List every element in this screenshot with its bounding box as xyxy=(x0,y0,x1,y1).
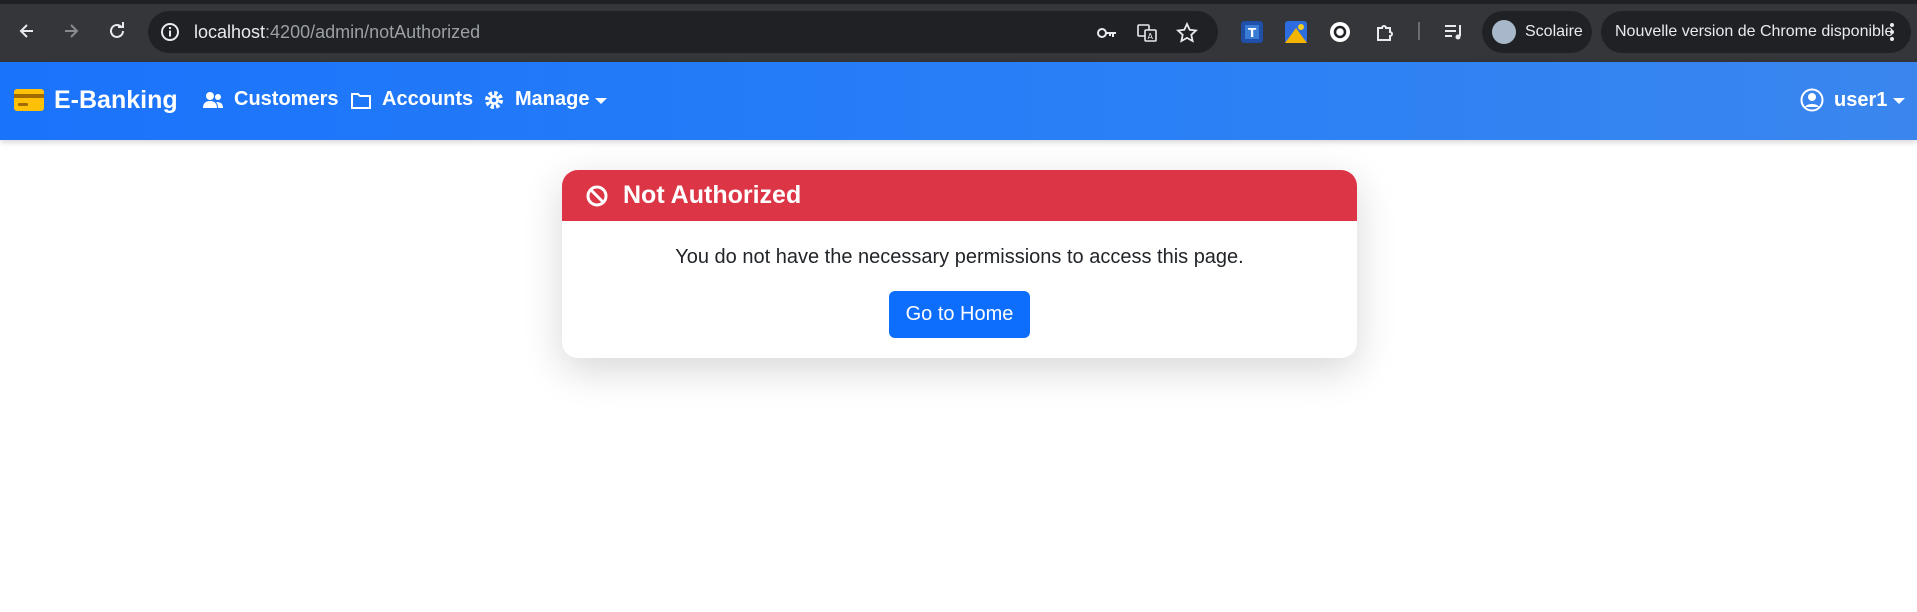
svg-text:A: A xyxy=(1148,32,1154,41)
go-home-button[interactable]: Go to Home xyxy=(889,291,1030,338)
nav-accounts[interactable]: Accounts xyxy=(350,88,473,111)
profile-name: Scolaire xyxy=(1525,23,1583,40)
arrow-left-icon xyxy=(19,24,33,38)
extension-circle-icon[interactable] xyxy=(1328,20,1352,44)
ban-icon xyxy=(586,185,608,207)
wallet-icon xyxy=(14,89,44,111)
url-path: :4200/admin/notAuthorized xyxy=(265,22,481,42)
chevron-down-icon xyxy=(595,97,608,104)
nav-manage-dropdown[interactable]: Manage xyxy=(483,88,608,111)
gear-icon xyxy=(485,90,503,109)
arrow-right-icon xyxy=(65,24,79,38)
user-name: user1 xyxy=(1834,88,1888,111)
back-button[interactable] xyxy=(12,16,42,46)
address-bar[interactable]: localhost:4200/admin/notAuthorized A xyxy=(148,11,1218,53)
chrome-update-button[interactable]: Nouvelle version de Chrome disponible xyxy=(1601,11,1911,53)
extensions-puzzle-icon[interactable] xyxy=(1374,20,1398,44)
browser-toolbar: localhost:4200/admin/notAuthorized A T S… xyxy=(0,0,1917,62)
svg-text:T: T xyxy=(1248,26,1257,40)
nav-manage-label: Manage xyxy=(515,88,590,110)
card-title: Not Authorized xyxy=(623,181,802,209)
not-authorized-card: Not Authorized You do not have the neces… xyxy=(562,170,1357,358)
app-navbar: E-Banking Customers Accounts Manage user… xyxy=(0,62,1917,140)
permission-message: You do not have the necessary permission… xyxy=(675,246,1244,268)
folder-icon xyxy=(351,92,371,109)
url-host: localhost xyxy=(194,22,266,42)
forward-button[interactable] xyxy=(56,16,86,46)
nav-accounts-label: Accounts xyxy=(382,88,474,110)
url-text[interactable]: localhost:4200/admin/notAuthorized xyxy=(194,22,480,42)
card-header: Not Authorized xyxy=(562,170,1357,221)
profile-button[interactable]: Scolaire xyxy=(1482,11,1592,53)
update-label: Nouvelle version de Chrome disponible xyxy=(1615,23,1894,40)
star-icon[interactable] xyxy=(1176,22,1198,44)
user-circle-icon xyxy=(1800,88,1824,112)
reload-icon xyxy=(110,22,124,38)
nav-customers[interactable]: Customers xyxy=(202,88,338,111)
user-menu-dropdown[interactable]: user1 xyxy=(1800,88,1906,112)
tab-strip-edge xyxy=(0,0,1917,4)
key-icon[interactable] xyxy=(1096,22,1118,44)
extension-t-icon[interactable]: T xyxy=(1240,20,1264,44)
chevron-down-icon xyxy=(1893,98,1906,104)
brand-title[interactable]: E-Banking xyxy=(54,86,178,115)
profile-avatar xyxy=(1492,20,1516,44)
site-info-icon[interactable] xyxy=(160,22,180,42)
users-icon xyxy=(203,91,223,108)
nav-customers-label: Customers xyxy=(234,88,339,110)
translate-icon[interactable]: A xyxy=(1136,22,1158,44)
toolbar-divider xyxy=(1418,22,1420,40)
extension-image-icon[interactable] xyxy=(1284,20,1308,44)
reload-button[interactable] xyxy=(102,16,132,46)
media-controls-icon[interactable] xyxy=(1442,20,1466,44)
more-vert-icon[interactable] xyxy=(1889,20,1895,44)
